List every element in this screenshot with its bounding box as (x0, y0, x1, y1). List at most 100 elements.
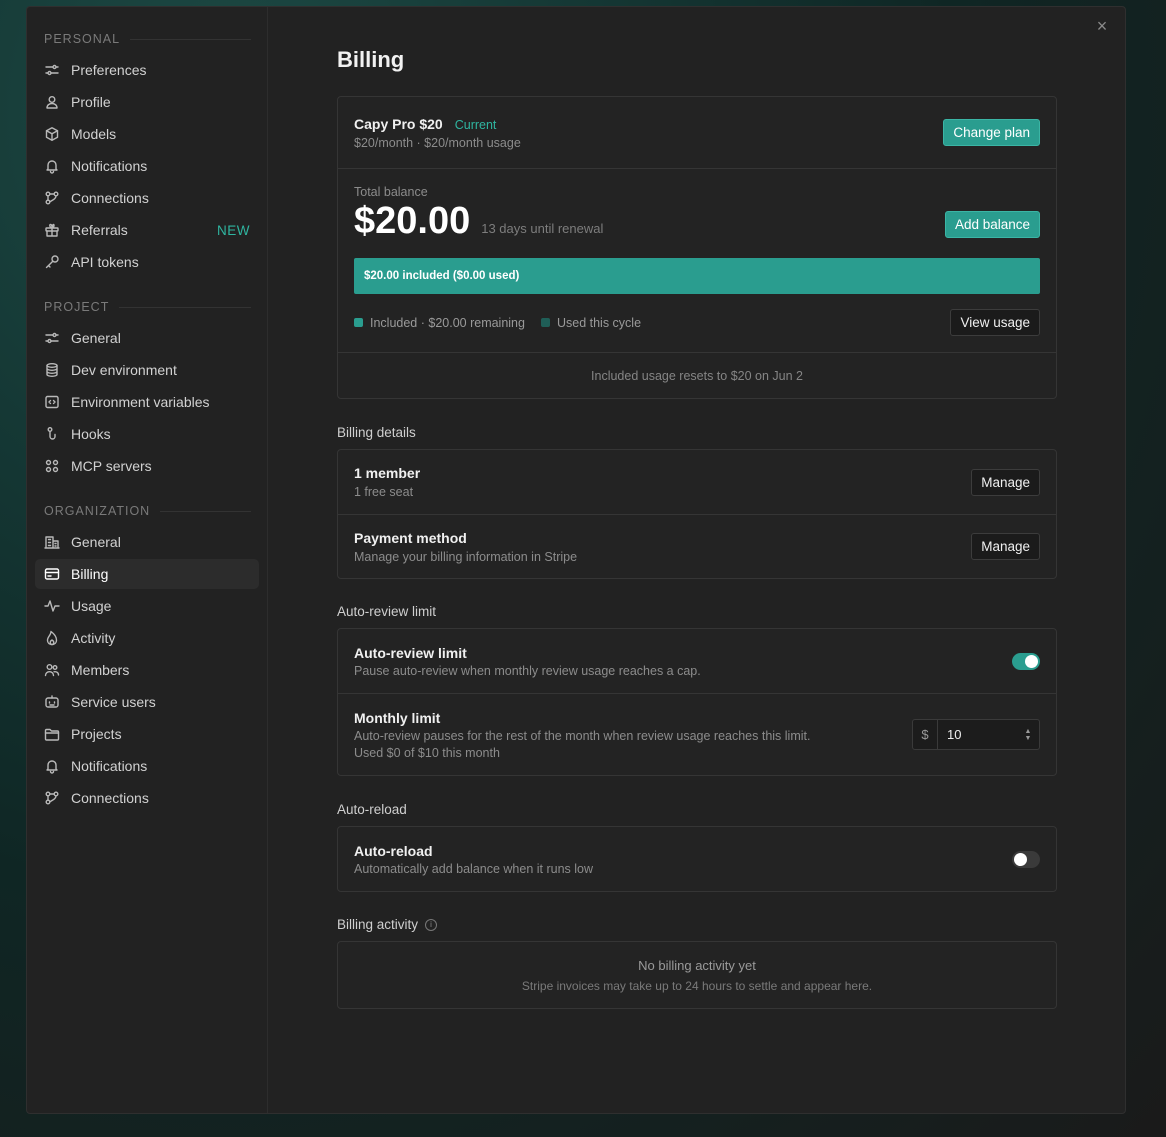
sidebar-item-organization-members[interactable]: Members (35, 655, 259, 685)
members-row: 1 member 1 free seat Manage (338, 450, 1056, 514)
legend-used-swatch (540, 318, 550, 327)
change-plan-button[interactable]: Change plan (943, 119, 1040, 146)
manage-members-button[interactable]: Manage (971, 468, 1040, 496)
members-title: 1 member (354, 465, 421, 481)
settings-sidebar: PERSONAL Preferences Profile Models Notific… (27, 7, 268, 1113)
sidebar-item-project-general[interactable]: General (35, 323, 259, 353)
auto-reload-title: Auto-reload (354, 842, 433, 859)
grid-icon (44, 458, 60, 474)
folder-icon (44, 726, 60, 742)
billing-details-heading: Billing details (337, 425, 416, 440)
auto-reload-toggle[interactable] (1012, 850, 1040, 868)
balance-label: Total balance (354, 185, 428, 199)
sidebar-item-project-environment-variables[interactable]: Environment variables (35, 387, 259, 417)
sidebar-item-project-hooks[interactable]: Hooks (35, 419, 259, 449)
sidebar-item-label: General (71, 330, 121, 346)
sidebar-group-project: PROJECT General Dev environment Environmen… (35, 299, 259, 481)
info-icon[interactable]: i (425, 918, 438, 931)
sidebar-item-personal-models[interactable]: Models (35, 119, 259, 149)
sidebar-item-label: Profile (71, 94, 111, 110)
sidebar-item-organization-projects[interactable]: Projects (35, 719, 259, 749)
balance-progress-bar: $20.00 included ($0.00 used) (354, 258, 1040, 294)
credit-card-icon (44, 566, 60, 582)
sidebar-item-label: Connections (71, 790, 149, 806)
connections-icon (44, 190, 60, 206)
database-icon (44, 362, 60, 378)
billing-activity-card: No billing activity yet Stripe invoices … (337, 941, 1057, 1009)
sidebar-item-personal-api-tokens[interactable]: API tokens (35, 247, 259, 277)
sidebar-item-personal-connections[interactable]: Connections (35, 183, 259, 213)
sidebar-item-label: Notifications (71, 758, 148, 774)
sidebar-item-personal-referrals[interactable]: Referrals NEW (35, 215, 259, 245)
sidebar-heading-project: PROJECT (35, 299, 259, 315)
sidebar-item-organization-activity[interactable]: Activity (35, 623, 259, 653)
sidebar-item-label: Usage (71, 598, 112, 614)
sidebar-heading-personal: PERSONAL (35, 31, 259, 47)
sidebar-item-label: Projects (71, 726, 122, 742)
sidebar-item-label: API tokens (71, 254, 139, 270)
plan-status-badge: Current (454, 117, 497, 132)
auto-review-card: Auto-review limit Pause auto-review when… (337, 628, 1057, 776)
plan-name: Capy Pro $20 (354, 115, 443, 132)
auto-review-toggle[interactable] (1012, 652, 1040, 670)
empty-activity-title: No billing activity yet (638, 957, 756, 973)
empty-activity-sub: Stripe invoices may take up to 24 hours … (521, 978, 873, 993)
stepper-icon[interactable]: ▲ ▼ (1017, 720, 1039, 749)
currency-prefix: $ (913, 720, 938, 749)
building-icon (44, 534, 60, 550)
auto-reload-sub: Automatically add balance when it runs l… (354, 861, 594, 876)
auto-reload-heading: Auto-reload (337, 802, 407, 817)
auto-reload-row: Auto-reload Automatically add balance wh… (338, 827, 1056, 891)
monthly-limit-used: Used $0 of $10 this month (354, 745, 500, 760)
sidebar-item-organization-notifications[interactable]: Notifications (35, 751, 259, 781)
legend-used: Used this cycle (540, 316, 641, 330)
sidebar-heading-organization: ORGANIZATION (35, 503, 259, 519)
add-balance-button[interactable]: Add balance (944, 211, 1040, 238)
payment-sub: Manage your billing information in Strip… (354, 549, 578, 564)
cube-icon (44, 126, 60, 142)
sidebar-item-label: Activity (71, 630, 116, 646)
billing-activity-heading: Billing activity i (337, 917, 1125, 932)
sidebar-item-personal-notifications[interactable]: Notifications (35, 151, 259, 181)
page-title: Billing (337, 47, 405, 72)
connections-icon (44, 790, 60, 806)
progress-bar-label: $20.00 included ($0.00 used) (364, 270, 520, 282)
manage-payment-button[interactable]: Manage (971, 533, 1040, 560)
user-icon (44, 94, 60, 110)
monthly-limit-value[interactable]: 10 (938, 720, 1017, 749)
sidebar-item-label: Hooks (71, 426, 111, 442)
sidebar-item-project-dev-environment[interactable]: Dev environment (35, 355, 259, 385)
balance-amount: $20.00 (354, 200, 471, 242)
sidebar-item-organization-connections[interactable]: Connections (35, 783, 259, 813)
sidebar-item-label: Preferences (71, 62, 147, 78)
sidebar-item-label: Referrals (71, 222, 128, 238)
sidebar-item-organization-general[interactable]: General (35, 527, 259, 557)
users-icon (44, 662, 60, 678)
activity-icon (44, 598, 60, 614)
sidebar-item-label: Environment variables (71, 394, 210, 410)
sidebar-item-project-mcp-servers[interactable]: MCP servers (35, 451, 259, 481)
sidebar-item-organization-billing[interactable]: Billing (35, 559, 259, 589)
sidebar-item-personal-preferences[interactable]: Preferences (35, 55, 259, 85)
billing-page: Billing Capy Pro $20 Current $20/month · … (268, 7, 1125, 1113)
auto-reload-card: Auto-reload Automatically add balance wh… (337, 826, 1057, 892)
sidebar-item-organization-usage[interactable]: Usage (35, 591, 259, 621)
gift-icon (44, 222, 60, 238)
close-icon[interactable]: × (1093, 17, 1111, 35)
monthly-limit-title: Monthly limit (354, 709, 441, 726)
bell-icon (44, 158, 60, 174)
sidebar-group-personal: PERSONAL Preferences Profile Models Notific… (35, 31, 259, 277)
monthly-limit-input[interactable]: $ 10 ▲ ▼ (912, 719, 1040, 750)
reset-note: Included usage resets to $20 on Jun 2 (591, 368, 803, 383)
payment-title: Payment method (354, 529, 467, 546)
view-usage-button[interactable]: View usage (950, 309, 1040, 336)
sidebar-item-label: Billing (71, 566, 109, 582)
billing-details-card: 1 member 1 free seat Manage Payment meth… (337, 449, 1057, 579)
bell-icon (44, 758, 60, 774)
auto-review-title: Auto-review limit (354, 644, 467, 661)
monthly-limit-sub: Auto-review pauses for the rest of the m… (354, 728, 811, 743)
sidebar-item-personal-profile[interactable]: Profile (35, 87, 259, 117)
sidebar-item-organization-service-users[interactable]: Service users (35, 687, 259, 717)
new-badge: NEW (217, 222, 250, 238)
flame-icon (44, 630, 60, 646)
